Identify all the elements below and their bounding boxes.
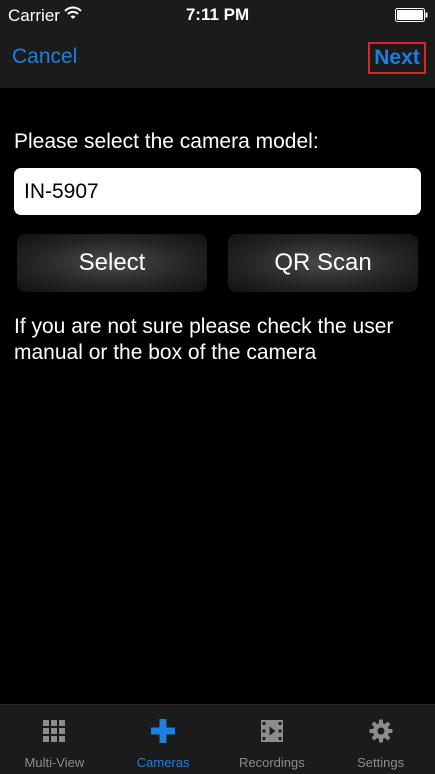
grid-icon xyxy=(42,719,66,743)
camera-model-prompt: Please select the camera model: xyxy=(14,130,319,153)
tab-label: Multi-View xyxy=(24,755,85,770)
tab-label: Settings xyxy=(357,755,405,770)
next-button[interactable]: Next xyxy=(368,42,426,74)
select-button[interactable]: Select xyxy=(17,234,207,292)
help-text: If you are not sure please check the use… xyxy=(14,315,394,364)
qr-scan-button[interactable]: QR Scan xyxy=(228,234,418,292)
status-bar: Carrier 7:11 PM xyxy=(0,0,435,32)
tab-settings[interactable]: Settings xyxy=(326,705,435,774)
tab-multi-view[interactable]: Multi-View xyxy=(0,705,109,774)
tab-label: Recordings xyxy=(238,755,305,770)
tab-recordings[interactable]: Recordings xyxy=(218,705,327,774)
camera-model-field[interactable] xyxy=(14,168,421,215)
navigation-bar: Cancel Next xyxy=(0,32,435,88)
cancel-button[interactable]: Cancel xyxy=(12,45,77,69)
plus-icon xyxy=(151,719,176,743)
tab-label: Cameras xyxy=(136,755,190,770)
gear-icon xyxy=(369,719,393,743)
tab-cameras[interactable]: Cameras xyxy=(109,705,218,774)
status-time: 7:11 PM xyxy=(185,5,250,24)
film-icon xyxy=(260,719,284,743)
battery-icon xyxy=(395,8,429,27)
tab-bar: Multi-View Cameras Recordings Settings xyxy=(0,704,435,774)
